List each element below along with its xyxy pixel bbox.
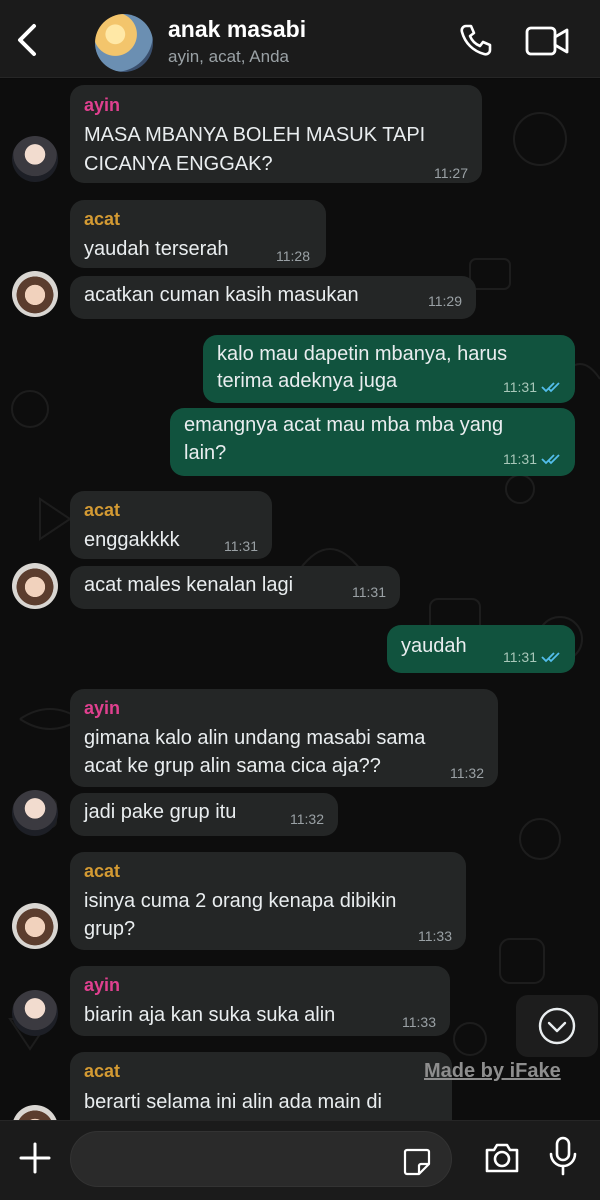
sender-name: acat xyxy=(84,500,121,520)
message-bubble[interactable]: acat isinya cuma 2 orang kenapa dibikin … xyxy=(70,852,466,950)
message-bubble[interactable]: acat enggakkkk 11:31 xyxy=(70,491,272,559)
message-time: 11:33 xyxy=(418,928,452,944)
chevron-left-icon[interactable] xyxy=(10,20,44,60)
chat-title[interactable]: anak masabi xyxy=(168,16,306,43)
avatar-ayin[interactable] xyxy=(12,136,58,182)
message-bubble[interactable]: ayin MASA MBANYA BOLEH MASUK TAPI CICANY… xyxy=(70,85,482,183)
message-bubble[interactable]: acat males kenalan lagi 11:31 xyxy=(70,566,400,609)
message-text: berarti selama ini alin ada main di xyxy=(84,1091,382,1113)
message-time: 11:31 xyxy=(503,451,537,467)
message-time: 11:28 xyxy=(276,248,310,264)
read-ticks-icon xyxy=(541,454,560,465)
message-text: enggakkkk xyxy=(84,529,180,551)
chat-header: anak masabi ayin, acat, Anda xyxy=(0,0,600,78)
message-bubble[interactable]: jadi pake grup itu 11:32 xyxy=(70,793,338,836)
chevron-down-circle-icon xyxy=(538,1007,576,1045)
message-text: isinya cuma 2 orang kenapa dibikin xyxy=(84,890,397,912)
plus-icon[interactable] xyxy=(16,1139,54,1177)
composer-bar xyxy=(0,1120,600,1200)
group-avatar[interactable] xyxy=(95,14,153,72)
avatar-acat[interactable] xyxy=(12,271,58,317)
message-time: 11:33 xyxy=(402,1014,436,1030)
message-time: 11:32 xyxy=(290,811,324,827)
message-time: 11:32 xyxy=(450,765,484,781)
message-text: terima adeknya juga xyxy=(217,370,398,392)
message-time: 11:31 xyxy=(503,379,537,395)
avatar-ayin[interactable] xyxy=(12,790,58,836)
avatar-acat[interactable] xyxy=(12,563,58,609)
message-bubble[interactable]: yaudah 11:31 xyxy=(387,625,575,673)
message-time: 11:31 xyxy=(224,538,258,554)
message-bubble[interactable]: acatkan cuman kasih masukan 11:29 xyxy=(70,276,476,319)
sender-name: ayin xyxy=(84,975,121,995)
sender-name: acat xyxy=(84,1061,121,1081)
message-text: biarin aja kan suka suka alin xyxy=(84,1004,336,1026)
message-text: jadi pake grup itu xyxy=(84,801,237,823)
sender-name: ayin xyxy=(84,698,121,718)
sender-name: acat xyxy=(84,209,121,229)
read-ticks-icon xyxy=(541,382,560,393)
camera-icon[interactable] xyxy=(483,1139,521,1177)
message-list[interactable]: ayin MASA MBANYA BOLEH MASUK TAPI CICANY… xyxy=(0,79,600,1120)
message-text: lain? xyxy=(184,442,227,464)
message-text: acat ke grup alin sama cica aja?? xyxy=(84,755,381,777)
avatar-ayin[interactable] xyxy=(12,990,58,1036)
message-time: 11:29 xyxy=(428,293,462,309)
message-bubble[interactable]: acat berarti selama ini alin ada main di xyxy=(70,1052,452,1120)
message-bubble[interactable]: emangnya acat mau mba mba yang lain? 11:… xyxy=(170,408,575,476)
read-ticks-icon xyxy=(541,652,560,663)
message-text: acat males kenalan lagi xyxy=(84,574,294,596)
message-text: CICANYA ENGGAK? xyxy=(84,153,273,175)
message-time: 11:31 xyxy=(503,649,537,665)
message-bubble[interactable]: acat yaudah terserah 11:28 xyxy=(70,200,326,268)
message-text: yaudah xyxy=(401,635,467,657)
message-text: emangnya acat mau mba mba yang xyxy=(184,414,504,436)
message-bubble[interactable]: ayin biarin aja kan suka suka alin 11:33 xyxy=(70,966,450,1036)
avatar-acat[interactable] xyxy=(12,903,58,949)
sender-name: ayin xyxy=(84,95,121,115)
message-text: gimana kalo alin undang masabi sama xyxy=(84,727,426,749)
message-text: grup? xyxy=(84,918,136,940)
sticker-icon[interactable] xyxy=(402,1147,432,1177)
message-bubble[interactable]: ayin gimana kalo alin undang masabi sama… xyxy=(70,689,498,787)
message-text: acatkan cuman kasih masukan xyxy=(84,284,359,306)
message-input[interactable] xyxy=(70,1131,452,1187)
message-text: MASA MBANYA BOLEH MASUK TAPI xyxy=(84,124,426,146)
message-text: kalo mau dapetin mbanya, harus xyxy=(217,343,508,365)
message-time: 11:27 xyxy=(434,165,468,181)
message-time: 11:31 xyxy=(352,584,386,600)
message-bubble[interactable]: kalo mau dapetin mbanya, harus terima ad… xyxy=(203,335,575,403)
phone-icon[interactable] xyxy=(458,22,494,58)
microphone-icon[interactable] xyxy=(546,1135,580,1177)
scroll-down-button[interactable] xyxy=(516,995,598,1057)
watermark-text: Made by iFake xyxy=(424,1060,561,1082)
chat-members[interactable]: ayin, acat, Anda xyxy=(168,47,289,67)
video-camera-icon[interactable] xyxy=(524,24,570,58)
message-text: yaudah terserah xyxy=(84,238,229,260)
sender-name: acat xyxy=(84,861,121,881)
